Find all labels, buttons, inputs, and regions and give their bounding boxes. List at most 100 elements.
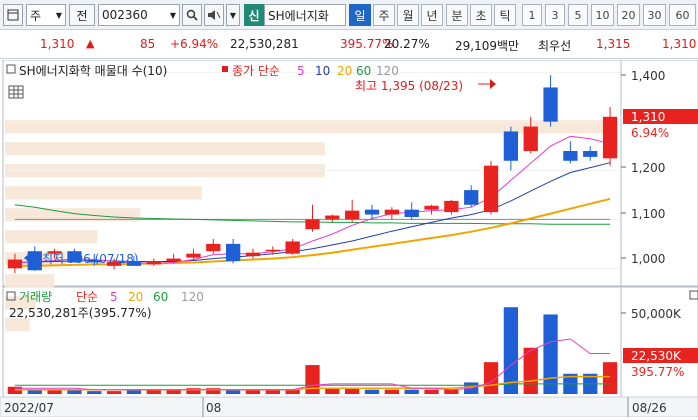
interval-3[interactable]: 3	[545, 4, 565, 26]
stock-chart[interactable]: SH에너지화학 매물대 수(10) 종가 단순 5 10 20 60 120 최…	[0, 59, 698, 418]
x-axis-bar	[0, 396, 698, 418]
volume-summary: 22,530,281주(395.77%)	[9, 306, 152, 320]
candle-body	[424, 205, 439, 210]
turnover-ratio: 20.27%	[384, 37, 430, 51]
bid-price: 1,315	[596, 37, 631, 51]
collapse-icon[interactable]	[689, 290, 698, 300]
interval-1-label: 1	[528, 8, 536, 22]
code-input[interactable]: 002360 ▼	[98, 4, 180, 26]
ma10-label: 10	[315, 64, 330, 78]
ma120-label: 120	[376, 64, 399, 78]
stock-name-value: SH에너지화	[268, 8, 329, 23]
candle-body	[206, 243, 221, 252]
candle-body	[345, 210, 360, 220]
ma-label: 종가 단순	[232, 64, 280, 78]
tab-second-label: 초	[475, 8, 487, 23]
interval-30-label: 30	[647, 8, 662, 22]
period-button-label: 전	[76, 8, 88, 23]
candle-body	[503, 131, 519, 161]
candle-body	[265, 249, 280, 252]
volume-bar	[325, 388, 340, 394]
tab-year-label: 년	[426, 8, 438, 23]
tab-day-label: 일	[354, 8, 366, 23]
interval-5[interactable]: 5	[568, 4, 588, 26]
tab-minute-label: 분	[451, 8, 463, 23]
tab-day[interactable]: 일	[349, 4, 371, 26]
interval-30[interactable]: 30	[643, 4, 666, 26]
candle-body	[285, 241, 300, 254]
volume-profile-band	[5, 274, 55, 288]
period-button[interactable]: 전	[69, 4, 95, 26]
tab-month[interactable]: 월	[397, 4, 419, 26]
search-icon[interactable]	[182, 4, 202, 26]
volume-panel-title: 거래량	[19, 290, 52, 304]
tab-second[interactable]: 초	[470, 4, 492, 26]
candle-body	[364, 209, 380, 215]
tab-tick[interactable]: 틱	[494, 4, 516, 26]
candle-body	[483, 165, 499, 213]
quote-bar: 1,310 ▲ 85 +6.94% 22,530,281 395.77% 20.…	[0, 31, 698, 59]
candle-body	[245, 252, 261, 257]
candle-body	[523, 126, 538, 151]
interval-10[interactable]: 10	[591, 4, 614, 26]
ask-price: 1,310	[662, 37, 697, 51]
volume-bar	[305, 365, 320, 394]
tab-week[interactable]: 주	[373, 4, 395, 26]
ma60-label: 60	[356, 64, 371, 78]
interval-1[interactable]: 1	[522, 4, 542, 26]
candle-body	[305, 219, 320, 230]
candle-body	[384, 209, 399, 215]
candle-body	[325, 215, 340, 220]
current-volume-tag-text: 22,530K	[631, 349, 682, 363]
tab-tick-label: 틱	[499, 8, 511, 23]
window-menu-icon[interactable]	[3, 4, 23, 26]
chevron-down-icon: ▼	[169, 10, 176, 20]
tab-minute[interactable]: 분	[446, 4, 468, 26]
candle-body	[464, 190, 479, 205]
candle-body	[146, 261, 161, 265]
chevron-down-icon: ▼	[55, 10, 62, 20]
price-tick: 1,400	[631, 69, 665, 83]
volume-profile-band	[5, 186, 202, 200]
table-icon[interactable]	[8, 85, 24, 99]
price-change-pct: +6.94%	[170, 37, 219, 51]
volume-bar	[106, 391, 122, 394]
code-input-value: 002360	[102, 8, 148, 22]
interval-60-label: 60	[675, 8, 690, 22]
stock-tag-label: 신	[248, 8, 260, 23]
vol-ma20-label: 20	[128, 290, 143, 304]
candle-body	[166, 258, 181, 261]
price-panel-title: SH에너지화학 매물대 수(10)	[19, 64, 167, 78]
volume-profile-band	[5, 142, 325, 156]
ma20-label: 20	[337, 64, 352, 78]
chevron-down-icon[interactable]: ▼	[226, 4, 240, 26]
market-select[interactable]: 주 ▼	[26, 4, 66, 26]
candle-body	[583, 151, 598, 157]
best-quote-label: 최우선	[538, 39, 572, 53]
volume-bar	[364, 389, 380, 394]
candle-body	[444, 200, 459, 213]
price-tick: 1,200	[631, 161, 665, 175]
volume-value: 22,530,281	[230, 37, 299, 51]
tab-year[interactable]: 년	[421, 4, 443, 26]
interval-60[interactable]: 60	[669, 4, 696, 26]
interval-20[interactable]: 20	[617, 4, 640, 26]
volume-bar	[602, 362, 618, 394]
volume-tick: 50,000K	[631, 307, 682, 321]
chart-area[interactable]: SH에너지화학 매물대 수(10) 종가 단순 5 10 20 60 120 최…	[0, 59, 698, 418]
speaker-icon[interactable]	[204, 4, 224, 26]
candle-body	[602, 116, 618, 159]
volume-profile-band	[5, 230, 98, 244]
vol-ma60-label: 60	[153, 290, 168, 304]
market-select-value: 주	[30, 8, 42, 23]
x-tick-label: 08/26	[632, 401, 667, 415]
volume-bar	[543, 314, 558, 394]
volume-bar	[87, 391, 102, 394]
volume-bar	[404, 389, 419, 394]
tab-month-label: 월	[402, 8, 414, 23]
volume-profile-band	[5, 120, 608, 134]
candle-body	[543, 87, 558, 122]
vol-ma5-label: 5	[110, 290, 118, 304]
stock-name-field[interactable]: SH에너지화	[264, 4, 346, 26]
stock-tag: 신	[244, 4, 264, 26]
